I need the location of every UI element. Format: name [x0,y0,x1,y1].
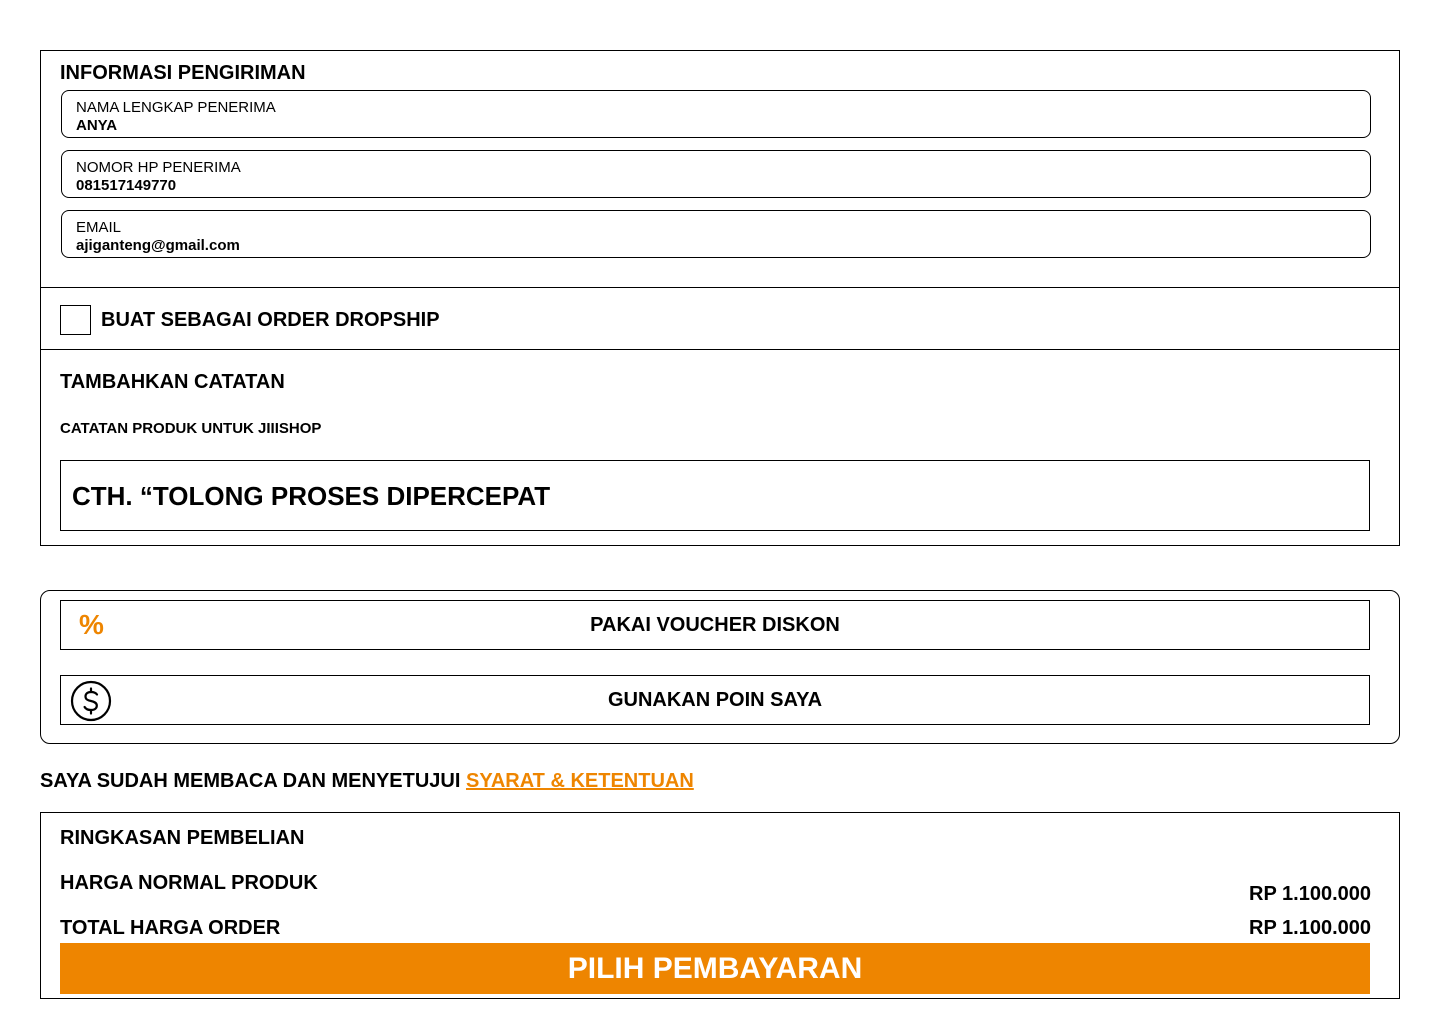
voucher-label: PAKAI VOUCHER DISKON [590,614,840,636]
shipping-title: INFORMASI PENGIRIMAN [60,62,306,84]
normal-price-value: RP 1.100.000 [1249,883,1371,905]
recipient-phone-value[interactable]: 081517149770 [76,177,1356,195]
terms-text: SAYA SUDAH MEMBACA DAN MENYETUJUI [40,770,466,792]
recipient-name-label: NAMA LENGKAP PENERIMA [76,99,276,116]
normal-price-label: HARGA NORMAL PRODUK [60,872,318,894]
notes-input[interactable]: CTH. “TOLONG PROSES DIPERCEPAT [60,460,1370,531]
dropship-label[interactable]: BUAT SEBAGAI ORDER DROPSHIP [101,308,440,332]
email-label: EMAIL [76,219,122,236]
purchase-summary-panel: RINGKASAN PEMBELIAN HARGA NORMAL PRODUK … [40,812,1400,999]
notes-title: TAMBAHKAN CATATAN [60,371,285,393]
email-field[interactable]: EMAIL ajiganteng@gmail.com [61,210,1371,258]
points-label: GUNAKAN POIN SAYA [607,689,823,711]
points-button[interactable]: GUNAKAN POIN SAYA [60,675,1370,725]
divider [41,287,1399,288]
terms-link[interactable]: SYARAT & KETENTUAN [466,770,694,792]
email-value[interactable]: ajiganteng@gmail.com [76,237,1356,255]
promo-panel: % PAKAI VOUCHER DISKON GUNAKAN POIN SAYA [40,590,1400,744]
notes-subtitle: CATATAN PRODUK UNTUK JIIISHOP [60,420,322,437]
recipient-name-value[interactable]: ANYA [76,117,1356,135]
shipping-info-panel: INFORMASI PENGIRIMAN NAMA LENGKAP PENERI… [40,50,1400,546]
recipient-phone-label: NOMOR HP PENERIMA [76,159,241,176]
total-price-label: TOTAL HARGA ORDER [60,917,281,939]
summary-title: RINGKASAN PEMBELIAN [60,827,305,849]
choose-payment-button[interactable]: PILIH PEMBAYARAN [60,943,1370,994]
terms-statement: SAYA SUDAH MEMBACA DAN MENYETUJUI SYARAT… [40,768,694,794]
recipient-name-field[interactable]: NAMA LENGKAP PENERIMA ANYA [61,90,1371,138]
recipient-phone-field[interactable]: NOMOR HP PENERIMA 081517149770 [61,150,1371,198]
divider [41,349,1399,350]
voucher-button[interactable]: % PAKAI VOUCHER DISKON [60,600,1370,650]
dropship-checkbox[interactable] [60,305,91,335]
total-price-value: RP 1.100.000 [1249,917,1371,939]
